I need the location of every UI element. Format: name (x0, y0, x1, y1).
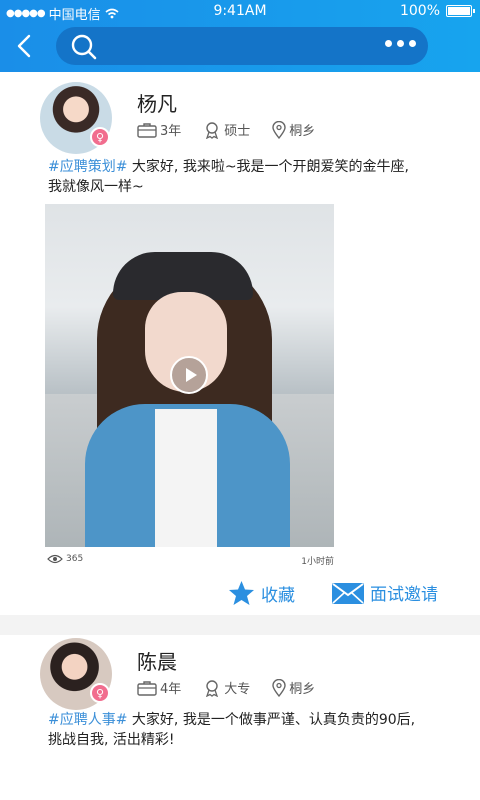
location-icon (272, 120, 286, 139)
hashtag[interactable]: #应聘人事# (48, 712, 127, 728)
experience-label: 4年 (160, 682, 182, 697)
briefcase-icon (137, 122, 157, 138)
search-icon[interactable] (70, 33, 98, 61)
degree-label: 硕士 (224, 124, 251, 139)
post-time: 1小时前 (301, 557, 334, 567)
video-thumbnail[interactable] (45, 204, 334, 547)
more-dot (409, 40, 416, 47)
invite-label: 面试邀请 (370, 585, 438, 605)
post-description: #应聘策划# 大家好, 我来啦~我是一个开朗爱笑的金牛座, 我就像风一样~ (48, 157, 468, 197)
search-input[interactable] (106, 33, 376, 59)
description-text: 大家好, 我来啦~我是一个开朗爱笑的金牛座, (127, 159, 409, 175)
location: 桐乡 (272, 678, 315, 697)
status-bar: ●●●●● 中国电信 9:41AM 100% (0, 0, 480, 24)
experience: 4年 (137, 678, 181, 697)
eye-icon (47, 554, 63, 564)
video-figure-shirt (155, 409, 217, 547)
user-name[interactable]: 陈晨 (137, 646, 177, 675)
app-header: ●●●●● 中国电信 9:41AM 100% (0, 0, 480, 72)
view-count: 365 (47, 554, 83, 564)
interview-invite-button[interactable]: 面试邀请 (332, 580, 438, 605)
star-icon (229, 581, 254, 605)
description-line: #应聘人事# 大家好, 我是一个做事严谨、认真负责的90后, (48, 710, 468, 730)
location-label: 桐乡 (289, 124, 316, 139)
user-name[interactable]: 杨凡 (137, 88, 177, 117)
description-line-2: 挑战自我, 活出精彩! (48, 732, 175, 748)
location-icon (272, 678, 286, 697)
female-icon: ♀ (90, 683, 110, 703)
battery-label: 100% (399, 3, 440, 19)
battery-icon (446, 5, 475, 17)
degree-icon (206, 679, 219, 697)
divider (0, 615, 480, 635)
location: 桐乡 (272, 120, 315, 139)
more-dot (397, 40, 404, 47)
more-icon[interactable] (385, 40, 416, 47)
user-meta: 4年 大专 桐乡 (137, 678, 337, 697)
degree-label: 大专 (224, 682, 251, 697)
favorite-label: 收藏 (261, 585, 295, 606)
view-count-label: 365 (66, 554, 84, 564)
degree: 硕士 (203, 120, 250, 139)
female-icon: ♀ (90, 127, 110, 147)
location-label: 桐乡 (289, 682, 316, 697)
description-line: #应聘策划# 大家好, 我来啦~我是一个开朗爱笑的金牛座, (48, 157, 468, 177)
description-line-2: 我就像风一样~ (48, 179, 144, 195)
description-text: 大家好, 我是一个做事严谨、认真负责的90后, (127, 712, 416, 728)
experience: 3年 (137, 120, 181, 139)
favorite-button[interactable]: 收藏 (228, 580, 295, 606)
experience-label: 3年 (160, 124, 182, 139)
post-description: #应聘人事# 大家好, 我是一个做事严谨、认真负责的90后, 挑战自我, 活出精… (48, 710, 468, 750)
back-icon[interactable] (14, 33, 36, 59)
more-dot (385, 40, 392, 47)
briefcase-icon (137, 680, 157, 696)
search-bar[interactable] (56, 27, 428, 65)
play-icon[interactable] (170, 356, 208, 394)
degree: 大专 (203, 678, 250, 697)
mail-icon (332, 582, 364, 604)
user-meta: 3年 硕士 桐乡 (137, 120, 337, 139)
hashtag[interactable]: #应聘策划# (48, 159, 127, 175)
degree-icon (206, 121, 219, 139)
status-right: 100% (399, 3, 475, 19)
